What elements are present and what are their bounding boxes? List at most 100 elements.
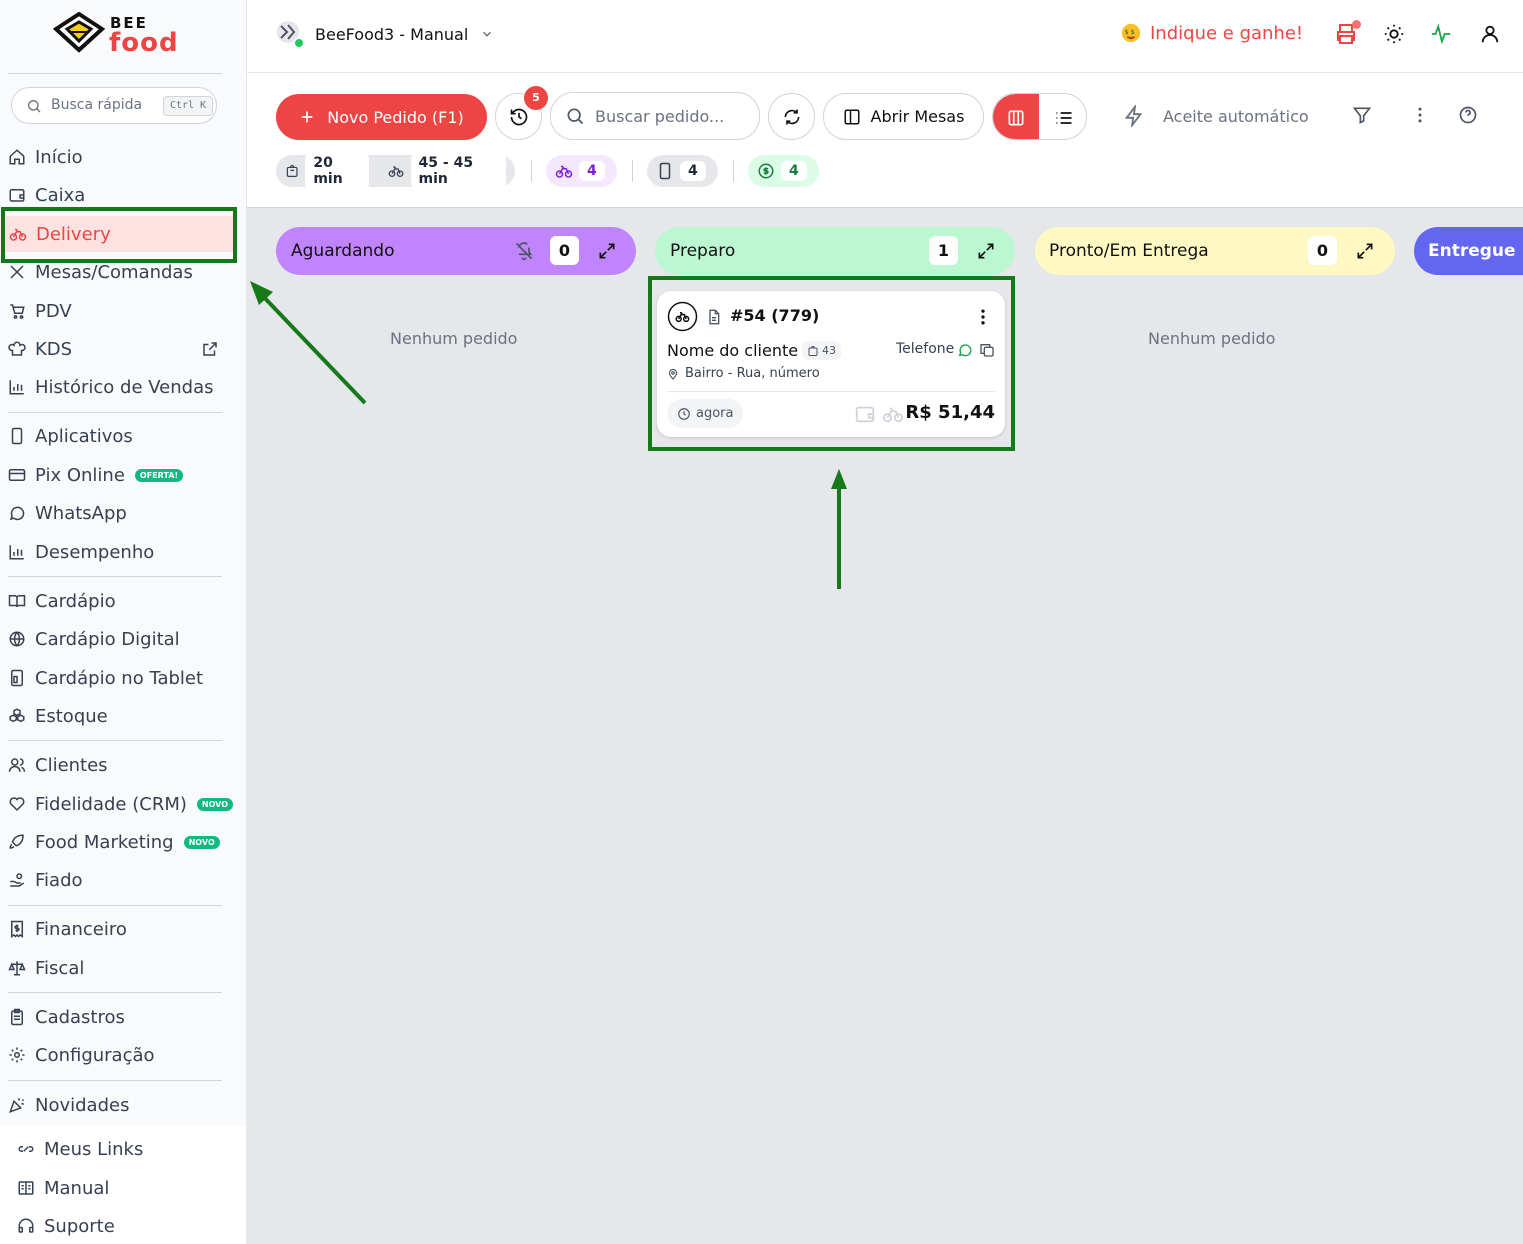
home-icon bbox=[9, 149, 25, 165]
sidebar-item-label: Food Marketing bbox=[35, 831, 174, 853]
refresh-button[interactable] bbox=[768, 93, 815, 140]
sidebar-item-label: Cardápio no Tablet bbox=[35, 667, 204, 689]
sidebar-item-aplicativos[interactable]: Aplicativos bbox=[8, 419, 133, 453]
user-account-button[interactable] bbox=[1479, 23, 1501, 45]
chevron-down-icon bbox=[483, 31, 492, 37]
sidebar-item-novidades[interactable]: Novidades bbox=[8, 1088, 129, 1122]
paid-count-value: 4 bbox=[781, 161, 807, 181]
svg-text:$ $: $ $ bbox=[1125, 28, 1135, 36]
sidebar-item-suporte[interactable]: Suporte bbox=[17, 1209, 115, 1243]
time-estimates[interactable]: 20 min 45 - 45 min bbox=[276, 153, 515, 189]
app-orders-count[interactable]: 4 bbox=[647, 155, 718, 187]
sidebar-item-financeiro[interactable]: Financeiro bbox=[8, 912, 127, 946]
plus-icon bbox=[301, 111, 313, 123]
hand-coins-icon bbox=[10, 873, 25, 887]
sidebar-item-label: Caixa bbox=[35, 184, 86, 206]
sidebar-item-label: Mesas/Comandas bbox=[35, 261, 193, 283]
activity-icon bbox=[1431, 23, 1451, 45]
new-order-button[interactable]: Novo Pedido (F1) bbox=[276, 94, 487, 140]
sidebar-item-label: Suporte bbox=[44, 1215, 115, 1237]
card-icon bbox=[8, 469, 26, 481]
sidebar-item-cardapio[interactable]: Cardápio bbox=[8, 584, 116, 618]
list-view-button[interactable] bbox=[1039, 94, 1086, 139]
order-history-button[interactable]: 5 bbox=[495, 86, 548, 140]
quick-search-input[interactable]: Busca rápida Ctrl K bbox=[11, 87, 217, 124]
sidebar-item-clientes[interactable]: Clientes bbox=[8, 748, 108, 782]
smartphone-icon bbox=[659, 162, 671, 180]
store-selector[interactable]: BeeFood3 - Manual bbox=[276, 20, 494, 48]
sidebar-item-estoque[interactable]: Estoque bbox=[8, 699, 108, 733]
sidebar-item-historico[interactable]: Histórico de Vendas bbox=[8, 370, 213, 404]
gear-icon bbox=[9, 1047, 25, 1063]
activity-button[interactable] bbox=[1430, 23, 1452, 45]
message-circle-icon bbox=[9, 506, 25, 521]
sidebar-item-inicio[interactable]: Início bbox=[8, 140, 83, 174]
sidebar-item-pdv[interactable]: PDV bbox=[8, 294, 72, 328]
sidebar-item-pix[interactable]: Pix Online OFERTA! bbox=[8, 458, 184, 492]
sidebar-item-fidelidade[interactable]: Fidelidade (CRM) NOVO bbox=[8, 787, 234, 821]
sidebar-item-label: KDS bbox=[35, 338, 73, 360]
sidebar-item-label: Cardápio Digital bbox=[35, 628, 180, 650]
sidebar-item-whatsapp[interactable]: WhatsApp bbox=[8, 496, 127, 530]
sidebar-item-fiscal[interactable]: Fiscal bbox=[8, 951, 84, 985]
globe-icon bbox=[9, 631, 25, 647]
sidebar-item-configuracao[interactable]: Configuração bbox=[8, 1038, 155, 1072]
sidebar-item-cardapio-tablet[interactable]: Cardápio no Tablet bbox=[8, 661, 203, 695]
filter-icon bbox=[1352, 107, 1372, 124]
book-icon bbox=[8, 595, 26, 608]
rocket-icon bbox=[9, 834, 24, 849]
sidebar-item-manual[interactable]: Manual bbox=[17, 1171, 109, 1205]
sidebar-item-label: Início bbox=[35, 146, 83, 168]
paid-orders-count[interactable]: 4 bbox=[748, 155, 819, 187]
sidebar-item-label: WhatsApp bbox=[35, 502, 127, 524]
sidebar-footer: Meus Links Manual Suporte bbox=[0, 1126, 246, 1244]
filter-button[interactable] bbox=[1352, 105, 1372, 125]
shortcut-hint: Ctrl K bbox=[163, 96, 213, 116]
kanban-view-button[interactable] bbox=[993, 94, 1039, 139]
theme-toggle-button[interactable] bbox=[1383, 23, 1405, 45]
referral-link[interactable]: $ $ Indique e ganhe! bbox=[1120, 22, 1303, 44]
divider bbox=[8, 740, 222, 741]
sidebar-item-label: Meus Links bbox=[44, 1138, 144, 1160]
open-tables-button[interactable]: Abrir Mesas bbox=[823, 93, 984, 140]
view-toggle bbox=[992, 93, 1087, 140]
sidebar-item-label: Cadastros bbox=[35, 1006, 125, 1028]
help-button[interactable] bbox=[1458, 105, 1478, 125]
delivery-orders-count[interactable]: 4 bbox=[546, 155, 617, 187]
sidebar-item-food-marketing[interactable]: Food Marketing NOVO bbox=[8, 825, 220, 859]
divider bbox=[8, 412, 222, 413]
more-vertical-icon bbox=[1418, 107, 1422, 123]
book-open-icon bbox=[18, 1181, 34, 1195]
delivery-time: 45 - 45 min bbox=[410, 153, 506, 189]
sun-icon bbox=[1384, 24, 1404, 44]
bag-icon bbox=[286, 165, 298, 177]
more-options-button[interactable] bbox=[1410, 105, 1430, 125]
sidebar-item-label: Fiscal bbox=[35, 957, 85, 979]
annotation-highlight-order-card bbox=[648, 276, 1015, 451]
sidebar-item-label: Clientes bbox=[35, 754, 108, 776]
beefood-logo[interactable]: BEE food bbox=[53, 12, 183, 58]
auto-accept-toggle[interactable]: Aceite automático bbox=[1123, 105, 1309, 127]
panel-icon bbox=[844, 109, 860, 124]
headphones-icon bbox=[18, 1218, 34, 1233]
list-icon bbox=[1056, 111, 1071, 124]
history-icon bbox=[510, 108, 527, 125]
help-circle-icon bbox=[1459, 106, 1477, 124]
party-icon bbox=[9, 1098, 25, 1113]
sidebar-item-label: Aplicativos bbox=[35, 425, 133, 447]
sidebar-item-cadastros[interactable]: Cadastros bbox=[8, 1000, 125, 1034]
sidebar-item-fiado[interactable]: Fiado bbox=[8, 863, 83, 897]
sidebar-item-meus-links[interactable]: Meus Links bbox=[17, 1132, 143, 1166]
search-icon bbox=[28, 100, 41, 113]
sidebar-item-kds[interactable]: KDS bbox=[8, 332, 228, 366]
sidebar-item-label: Manual bbox=[44, 1177, 110, 1199]
printer-button[interactable] bbox=[1334, 20, 1361, 46]
sidebar-item-cardapio-digital[interactable]: Cardápio Digital bbox=[8, 622, 180, 656]
order-search-input[interactable]: Buscar pedido... bbox=[550, 92, 760, 140]
sidebar-item-desempenho[interactable]: Desempenho bbox=[8, 535, 154, 569]
external-link-icon[interactable] bbox=[201, 340, 219, 358]
columns-icon bbox=[1008, 110, 1024, 125]
divider bbox=[632, 160, 633, 182]
sidebar-item-label: Pix Online bbox=[35, 464, 125, 486]
bar-chart-icon bbox=[9, 545, 24, 560]
